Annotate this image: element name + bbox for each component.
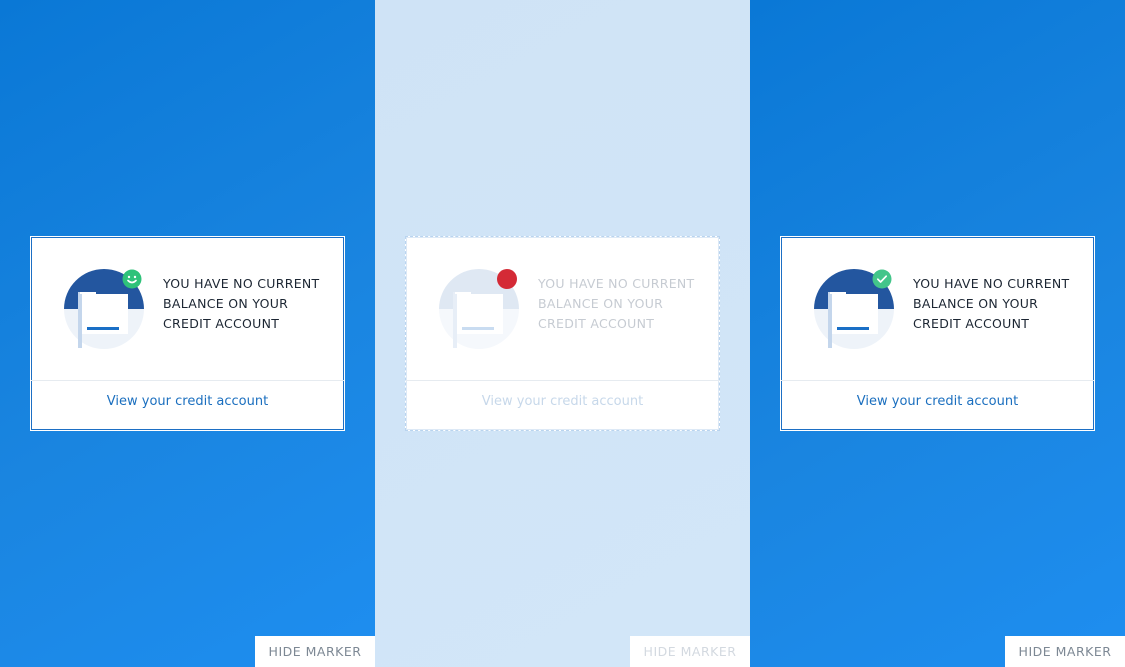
red-dot-icon — [497, 269, 517, 289]
hide-marker-button[interactable]: HIDE MARKER — [1005, 636, 1125, 667]
checkmark-icon — [872, 269, 892, 289]
no-balance-message: YOU HAVE NO CURRENT BALANCE ON YOUR CRED… — [163, 276, 320, 331]
credit-balance-card: YOU HAVE NO CURRENT BALANCE ON YOUR CRED… — [405, 236, 720, 431]
hide-marker-button[interactable]: HIDE MARKER — [630, 636, 750, 667]
panel-2: YOU HAVE NO CURRENT BALANCE ON YOUR CRED… — [375, 0, 750, 667]
view-credit-account-link[interactable]: View your credit account — [31, 394, 344, 409]
credit-balance-card: YOU HAVE NO CURRENT BALANCE ON YOUR CRED… — [780, 236, 1095, 431]
hide-marker-button[interactable]: HIDE MARKER — [255, 636, 375, 667]
no-balance-message: YOU HAVE NO CURRENT BALANCE ON YOUR CRED… — [538, 276, 695, 331]
smiley-face-icon — [122, 269, 142, 289]
view-credit-account-link[interactable]: View your credit account — [781, 394, 1094, 409]
panel-1: YOU HAVE NO CURRENT BALANCE ON YOUR CRED… — [0, 0, 375, 667]
card-body: YOU HAVE NO CURRENT BALANCE ON YOUR CRED… — [406, 237, 719, 381]
card-body: YOU HAVE NO CURRENT BALANCE ON YOUR CRED… — [31, 237, 344, 381]
view-credit-account-link[interactable]: View your credit account — [406, 394, 719, 409]
screens-row: YOU HAVE NO CURRENT BALANCE ON YOUR CRED… — [0, 0, 1125, 667]
credit-balance-card: YOU HAVE NO CURRENT BALANCE ON YOUR CRED… — [30, 236, 345, 431]
panel-3: YOU HAVE NO CURRENT BALANCE ON YOUR CRED… — [750, 0, 1125, 667]
no-balance-message: YOU HAVE NO CURRENT BALANCE ON YOUR CRED… — [913, 276, 1070, 331]
card-body: YOU HAVE NO CURRENT BALANCE ON YOUR CRED… — [781, 237, 1094, 381]
